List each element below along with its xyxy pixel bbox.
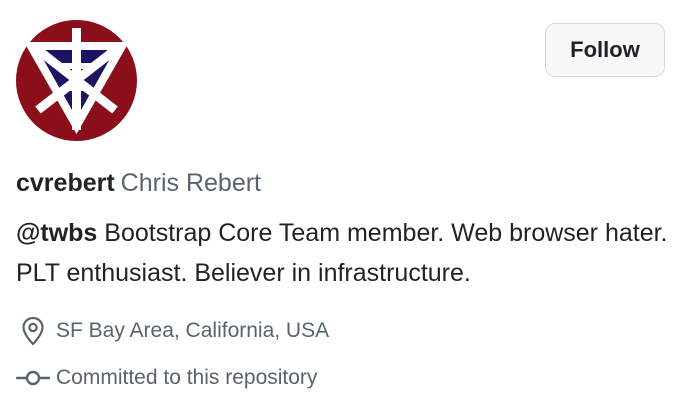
- user-login[interactable]: cvrebert: [16, 169, 115, 197]
- user-full-name: Chris Rebert: [120, 169, 261, 197]
- location-text: SF Bay Area, California, USA: [56, 319, 330, 342]
- location-row: SF Bay Area, California, USA: [16, 311, 329, 351]
- location-pin-icon: [16, 314, 50, 348]
- profile-name-line: cvrebert Chris Rebert: [16, 166, 261, 200]
- bio-text: Bootstrap Core Team member. Web browser …: [16, 219, 668, 287]
- avatar-logo-icon: [16, 20, 137, 141]
- git-commit-icon: [16, 361, 50, 395]
- repo-status-text: Committed to this repository: [56, 366, 318, 389]
- bio-org-mention[interactable]: @twbs: [16, 219, 97, 247]
- avatar[interactable]: [16, 20, 137, 141]
- repo-status-row: Committed to this repository: [16, 358, 317, 398]
- follow-button[interactable]: Follow: [545, 23, 665, 77]
- user-hovercard: Follow cvrebert Chris Rebert @twbs Bootst…: [0, 0, 695, 408]
- user-bio: @twbs Bootstrap Core Team member. Web br…: [16, 213, 676, 293]
